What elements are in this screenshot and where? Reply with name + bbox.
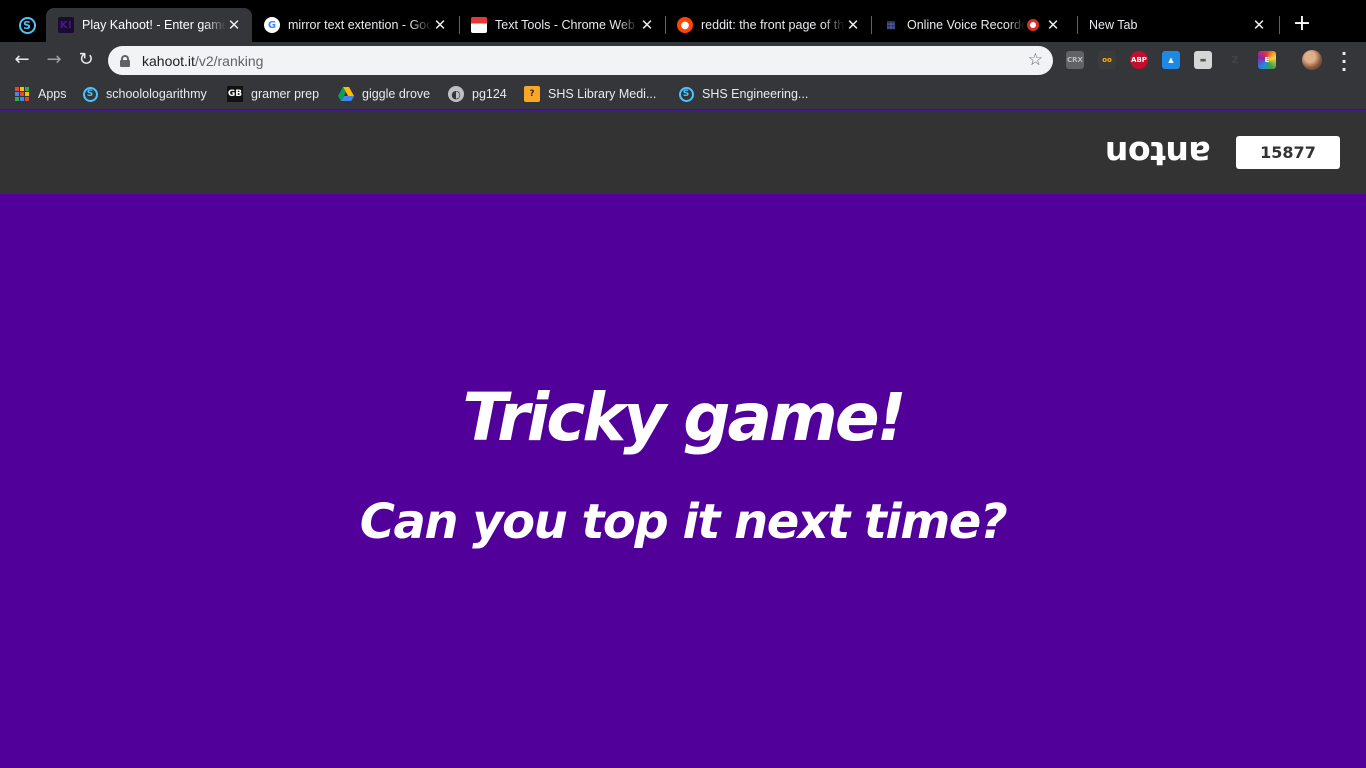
close-tab-icon[interactable]: ✕: [1251, 16, 1267, 34]
reddit-icon: ●: [677, 17, 693, 33]
color-icon[interactable]: E: [1258, 51, 1276, 69]
player-nickname: anton: [1105, 134, 1211, 173]
close-tab-icon[interactable]: ✕: [845, 16, 861, 34]
tab-title: Play Kahoot! - Enter game PIN here!: [82, 18, 226, 32]
close-tab-icon[interactable]: ✕: [639, 16, 655, 34]
tab-chrome-web-store[interactable]: Text Tools - Chrome Web Store ✕: [459, 8, 665, 42]
url-path: /v2/ranking: [194, 52, 264, 69]
reload-icon[interactable]: ↻: [74, 48, 98, 72]
bookmark-gramer-prep[interactable]: GB gramer prep: [227, 85, 319, 103]
kahoot-icon: K!: [58, 17, 74, 33]
bookmark-giggle-drove[interactable]: giggle drove: [338, 85, 430, 103]
gb-icon: GB: [227, 86, 243, 102]
schoology-icon: S: [18, 16, 36, 34]
tab-title: New Tab: [1089, 18, 1138, 32]
tab-reddit[interactable]: ● reddit: the front page of the internet…: [665, 8, 871, 42]
lock-icon: [120, 54, 130, 67]
tab-kahoot[interactable]: K! Play Kahoot! - Enter game PIN here! ✕: [46, 8, 252, 42]
owl-icon[interactable]: oo: [1098, 51, 1116, 69]
close-tab-icon[interactable]: ✕: [226, 16, 242, 34]
url-text[interactable]: kahoot.it/v2/ranking: [142, 53, 263, 69]
recording-indicator-icon: [1027, 19, 1039, 31]
apps-grid-icon: [14, 86, 30, 102]
tab-voice-recorder[interactable]: ▦ Online Voice Recorder ✕: [871, 8, 1077, 42]
briefcase-icon[interactable]: ▬: [1194, 51, 1212, 69]
kahoot-header: anton 15877: [0, 111, 1366, 194]
tab-title: Text Tools - Chrome Web Store: [495, 18, 639, 32]
tab-title: Online Voice Recorder: [907, 18, 1025, 32]
tab-title: mirror text extention - Google Search: [288, 18, 432, 32]
bookmarks-bar: Apps S schoolologarithmy GB gramer prep …: [0, 78, 1366, 110]
recorder-icon: ▦: [886, 19, 896, 31]
drive-icon: [338, 86, 354, 102]
result-subline: Can you top it next time?: [359, 494, 1008, 550]
crx-icon[interactable]: CRX: [1066, 51, 1084, 69]
globe-icon: ◐: [448, 86, 464, 102]
library-icon: ?: [524, 86, 540, 102]
browser-toolbar: ← → ↻ kahoot.it/v2/ranking ☆ CRX oo ABP …: [0, 42, 1366, 78]
abp-icon[interactable]: ABP: [1130, 51, 1148, 69]
address-bar[interactable]: kahoot.it/v2/ranking ☆: [108, 46, 1053, 75]
back-arrow-icon[interactable]: ←: [10, 48, 34, 72]
bookmark-label: pg124: [472, 87, 507, 101]
player-score: 15877: [1236, 136, 1340, 169]
bookmark-label: SHS Library Medi...: [548, 87, 657, 101]
bookmark-shs-library[interactable]: ? SHS Library Medi...: [524, 85, 656, 103]
menu-kebab-icon[interactable]: · · ·: [1337, 46, 1351, 78]
new-tab-button[interactable]: +: [1292, 12, 1312, 36]
result-headline: Tricky game!: [462, 379, 906, 456]
bookmark-star-icon[interactable]: ☆: [1028, 50, 1043, 70]
forward-arrow-icon[interactable]: →: [42, 48, 66, 72]
z-icon[interactable]: Z: [1226, 51, 1244, 69]
bookmark-schoolologarithmy[interactable]: S schoolologarithmy: [82, 85, 207, 103]
schoology-icon: S: [82, 86, 98, 102]
browser-tab-strip: S K! Play Kahoot! - Enter game PIN here!…: [0, 0, 1366, 42]
tab-new-tab[interactable]: New Tab ✕: [1077, 8, 1277, 42]
bookmark-pg124[interactable]: ◐ pg124: [448, 85, 507, 103]
tab-separator: [1279, 16, 1280, 34]
tab-google-search[interactable]: G mirror text extention - Google Search …: [252, 8, 458, 42]
tab-title: reddit: the front page of the internet: [701, 18, 845, 32]
google-icon: G: [264, 17, 280, 33]
close-tab-icon[interactable]: ✕: [1045, 16, 1061, 34]
close-tab-icon[interactable]: ✕: [432, 16, 448, 34]
url-host: kahoot.it: [142, 52, 195, 69]
bookmark-apps[interactable]: Apps: [14, 85, 67, 103]
schoology-icon: S: [678, 86, 694, 102]
bookmark-shs-engineering[interactable]: S SHS Engineering...: [678, 85, 808, 103]
profile-avatar[interactable]: [1302, 50, 1322, 70]
web-store-icon: [471, 17, 487, 33]
pinned-tab-schoology[interactable]: S: [10, 8, 44, 42]
vector-icon[interactable]: ▲: [1162, 51, 1180, 69]
bookmark-label: gramer prep: [251, 87, 320, 101]
bookmark-label: schoolologarithmy: [106, 87, 207, 101]
bookmark-label: Apps: [38, 87, 67, 101]
ranking-screen: Tricky game! Can you top it next time?: [0, 194, 1366, 768]
bookmark-label: SHS Engineering...: [702, 87, 809, 101]
bookmark-label: giggle drove: [362, 87, 431, 101]
